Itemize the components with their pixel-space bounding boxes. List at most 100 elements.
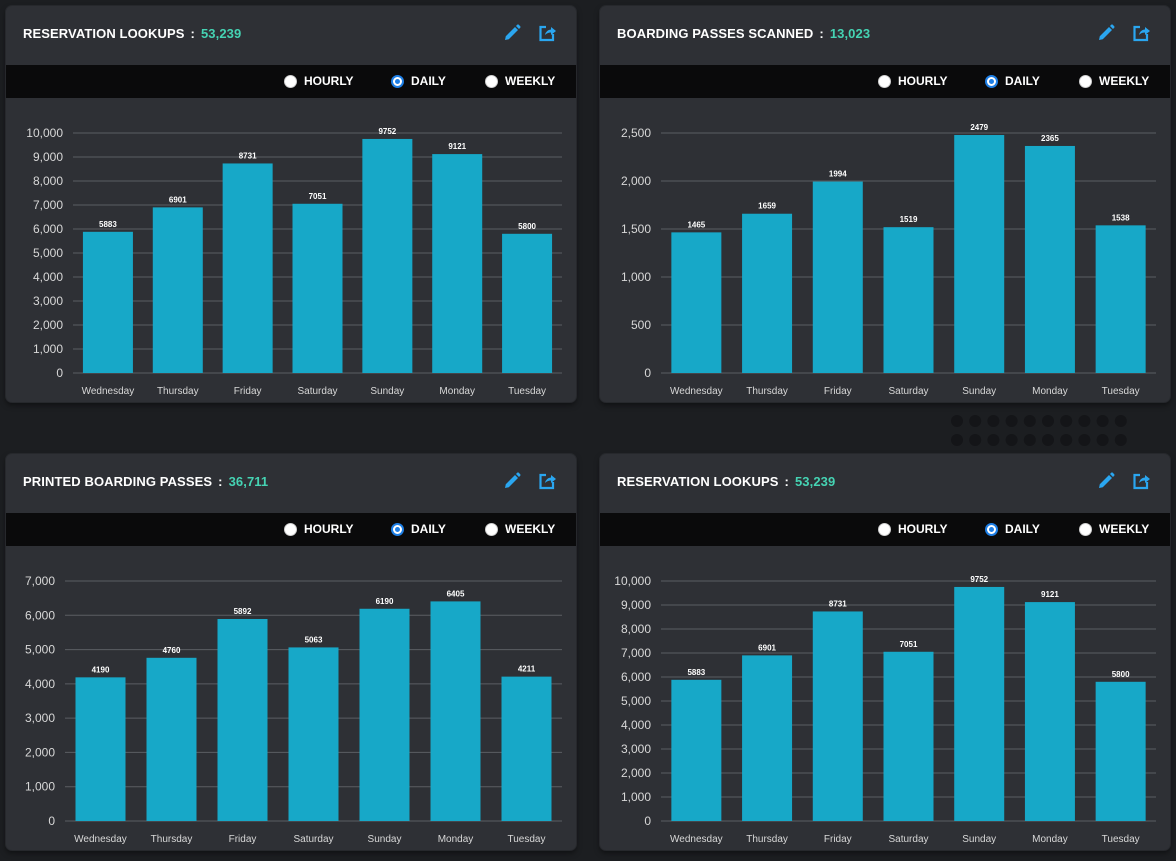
bar-wednesday	[82, 231, 133, 373]
panel-title: BOARDING PASSES SCANNED:13,023	[617, 26, 870, 41]
radio-label: WEEKLY	[505, 522, 556, 536]
dot	[1060, 434, 1073, 446]
data-label: 5892	[234, 607, 252, 616]
dot	[969, 434, 982, 446]
x-tick-label: Tuesday	[508, 386, 546, 397]
interval-toolbar: HOURLY DAILY WEEKLY	[600, 513, 1170, 546]
panel-total-count: 53,239	[794, 474, 836, 489]
panel-title: PRINTED BOARDING PASSES:36,711	[23, 474, 268, 489]
panel-total-count: 36,711	[228, 474, 269, 489]
x-tick-label: Monday	[1032, 834, 1068, 845]
dot	[1042, 434, 1054, 446]
pencil-icon[interactable]	[502, 471, 522, 491]
y-tick-label: 4,000	[33, 270, 63, 284]
data-label: 5800	[1112, 670, 1130, 679]
radio-button[interactable]	[284, 523, 297, 536]
x-tick-label: Wednesday	[74, 834, 127, 845]
y-tick-label: 3,000	[33, 294, 63, 308]
radio-button[interactable]	[485, 75, 498, 88]
data-label: 4760	[163, 646, 181, 655]
bar-sunday	[362, 138, 413, 373]
data-label: 6190	[376, 597, 394, 606]
share-export-icon[interactable]	[537, 471, 557, 491]
pencil-icon[interactable]	[502, 23, 522, 43]
y-tick-label: 7,000	[621, 646, 651, 660]
radio-label: WEEKLY	[505, 74, 556, 88]
data-label: 5063	[305, 635, 323, 644]
panel-title: RESERVATION LOOKUPS:53,239	[23, 26, 241, 41]
x-tick-label: Tuesday	[1102, 834, 1140, 845]
bar-wednesday	[671, 232, 722, 373]
title-separator: :	[819, 26, 824, 41]
chart-panel-boarding-passes-scanned: BOARDING PASSES SCANNED:13,023 HOURLY DA…	[600, 6, 1170, 402]
radio-button-selected[interactable]	[391, 523, 404, 536]
bar-thursday	[742, 655, 793, 821]
radio-button[interactable]	[284, 75, 297, 88]
data-label: 7051	[900, 640, 918, 649]
bar-saturday	[288, 647, 339, 821]
x-tick-label: Saturday	[293, 834, 333, 845]
bar-chart: 0 500 1,000 1,500 2,000 2,500 1465 Wednesday 165…	[621, 123, 1156, 397]
bar-tuesday	[501, 676, 552, 821]
x-tick-label: Saturday	[297, 386, 337, 397]
pencil-icon[interactable]	[1096, 23, 1116, 43]
panel-header: RESERVATION LOOKUPS:53,239	[600, 454, 1170, 513]
radio-button[interactable]	[485, 523, 498, 536]
dot	[1114, 415, 1127, 427]
bar-sunday	[954, 586, 1005, 821]
radio-button-selected[interactable]	[391, 75, 404, 88]
data-label: 8731	[829, 599, 847, 608]
chart-panel-printed-boarding-passes: PRINTED BOARDING PASSES:36,711 HOURLY DA…	[6, 454, 576, 850]
data-label: 9121	[448, 142, 466, 151]
radio-button-selected[interactable]	[985, 75, 998, 88]
bar-tuesday	[1095, 681, 1146, 821]
dot	[1096, 415, 1109, 427]
radio-label: DAILY	[411, 522, 446, 536]
panel-header: PRINTED BOARDING PASSES:36,711	[6, 454, 576, 513]
radio-button[interactable]	[878, 523, 891, 536]
radio-label: DAILY	[1005, 74, 1040, 88]
data-label: 9752	[970, 575, 988, 584]
data-label: 6405	[447, 589, 465, 598]
y-tick-label: 0	[644, 814, 651, 828]
panel-total-count: 13,023	[829, 26, 871, 41]
title-separator: :	[784, 474, 789, 489]
radio-label: DAILY	[411, 74, 446, 88]
bar-sunday	[359, 608, 410, 821]
data-label: 1994	[829, 170, 847, 179]
bar-saturday	[883, 227, 934, 373]
share-export-icon[interactable]	[1131, 471, 1151, 491]
pencil-icon[interactable]	[1096, 471, 1116, 491]
y-tick-label: 7,000	[25, 574, 55, 588]
y-tick-label: 500	[631, 318, 651, 332]
share-export-icon[interactable]	[1131, 23, 1151, 43]
radio-button[interactable]	[1079, 523, 1092, 536]
bar-friday	[812, 181, 863, 373]
bar-monday	[1024, 145, 1075, 373]
y-tick-label: 10,000	[26, 126, 63, 140]
x-tick-label: Saturday	[888, 386, 928, 397]
dot-pattern-decoration	[951, 415, 1127, 446]
y-tick-label: 7,000	[33, 198, 63, 212]
y-tick-label: 3,000	[25, 711, 55, 725]
bar-friday	[812, 611, 863, 821]
dot	[1060, 415, 1073, 427]
dot	[1114, 434, 1127, 446]
dot	[1005, 415, 1018, 427]
panel-header: BOARDING PASSES SCANNED:13,023	[600, 6, 1170, 65]
share-export-icon[interactable]	[537, 23, 557, 43]
panel-title-text: PRINTED BOARDING PASSES	[23, 474, 213, 489]
radio-button-selected[interactable]	[985, 523, 998, 536]
x-tick-label: Thursday	[157, 386, 199, 397]
y-tick-label: 5,000	[621, 694, 651, 708]
y-tick-label: 1,000	[33, 342, 63, 356]
radio-button[interactable]	[1079, 75, 1092, 88]
bar-chart: 0 1,000 2,000 3,000 4,000 5,000 6,000 7,000 4190…	[25, 574, 562, 845]
x-tick-label: Sunday	[962, 834, 996, 845]
data-label: 5800	[518, 222, 536, 231]
radio-button[interactable]	[878, 75, 891, 88]
y-tick-label: 8,000	[621, 622, 651, 636]
dot	[987, 415, 1000, 427]
y-tick-label: 10,000	[614, 574, 651, 588]
chart-panel-reservation-lookups: RESERVATION LOOKUPS:53,239 HOURLY DAILY …	[6, 6, 576, 402]
